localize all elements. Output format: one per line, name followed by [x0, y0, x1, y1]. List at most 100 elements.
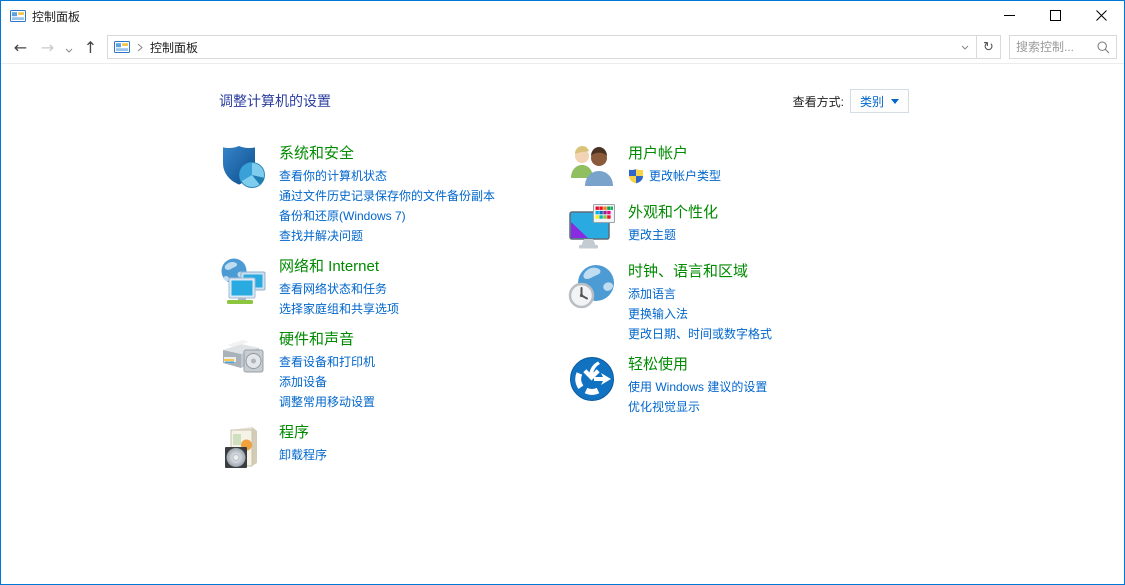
category-task-link[interactable]: 更改帐户类型	[628, 166, 721, 186]
up-button[interactable]: ↑	[77, 34, 104, 60]
search-icon[interactable]	[1097, 41, 1110, 54]
category-body: 硬件和声音 查看设备和打印机 添加设备调整常用移动设置	[279, 329, 375, 412]
task-link-label: 添加设备	[279, 375, 328, 389]
task-link-label: 更换输入法	[628, 307, 689, 321]
category-item: 硬件和声音 查看设备和打印机 添加设备调整常用移动设置	[219, 329, 568, 412]
ease-of-access-icon[interactable]	[568, 355, 616, 403]
maximize-button[interactable]	[1032, 1, 1078, 31]
category-task-links: 更改主题	[628, 225, 718, 245]
category-task-link[interactable]: 优化视觉显示	[628, 397, 767, 417]
view-caret-icon	[891, 98, 899, 104]
task-link-label: 通过文件历史记录保存你的文件备份副本	[279, 189, 496, 203]
close-button[interactable]	[1078, 1, 1124, 31]
refresh-button[interactable]: ↻	[977, 35, 1001, 59]
clock-globe-icon[interactable]	[568, 262, 616, 310]
category-task-links: 添加语言更换输入法更改日期、时间或数字格式	[628, 284, 772, 344]
category-item: 外观和个性化 更改主题	[568, 202, 1124, 251]
category-title-link[interactable]: 用户帐户	[628, 143, 721, 164]
category-title-link[interactable]: 外观和个性化	[628, 202, 718, 223]
view-by: 查看方式: 类别	[793, 89, 909, 113]
home-header: 调整计算机的设置 查看方式: 类别	[1, 89, 1124, 113]
control-panel-icon	[114, 39, 130, 55]
title-bar: 控制面板	[1, 1, 1124, 31]
close-icon	[1095, 9, 1107, 24]
category-body: 程序 卸载程序	[279, 422, 327, 471]
category-task-link[interactable]: 查看你的计算机状态	[279, 166, 495, 186]
control-panel-icon	[10, 8, 26, 24]
category-item: 用户帐户 更改帐户类型	[568, 143, 1124, 192]
category-task-link[interactable]: 更改日期、时间或数字格式	[628, 324, 772, 344]
category-task-link[interactable]: 添加设备	[279, 372, 375, 392]
task-link-label: 查看设备和打印机	[279, 355, 376, 369]
search-box	[1009, 35, 1117, 59]
category-body: 系统和安全 查看你的计算机状态通过文件历史记录保存你的文件备份副本 备份和还原(W…	[279, 143, 495, 246]
maximize-icon	[1049, 9, 1061, 24]
category-task-link[interactable]: 通过文件历史记录保存你的文件备份副本	[279, 186, 495, 206]
task-link-label: 使用 Windows 建议的设置	[628, 380, 768, 394]
address-bar[interactable]: 控制面板	[107, 35, 977, 59]
category-task-links: 使用 Windows 建议的设置 优化视觉显示	[628, 377, 767, 417]
categories-left: 系统和安全 查看你的计算机状态通过文件历史记录保存你的文件备份副本 备份和还原(W…	[219, 143, 568, 481]
task-link-label: 调整常用移动设置	[279, 395, 376, 409]
category-item: 轻松使用 使用 Windows 建议的设置 优化视觉显示	[568, 354, 1124, 417]
view-by-dropdown[interactable]: 类别	[849, 89, 909, 113]
category-task-link[interactable]: 调整常用移动设置	[279, 392, 375, 412]
task-link-label: 添加语言	[628, 287, 677, 301]
category-item: 网络和 Internet 查看网络状态和任务 选择家庭组和共享选项	[219, 256, 568, 319]
address-dropdown-button[interactable]	[954, 45, 976, 50]
category-title-link[interactable]: 硬件和声音	[279, 329, 375, 350]
forward-button[interactable]: →	[34, 34, 61, 60]
category-task-links: 更改帐户类型	[628, 166, 721, 186]
task-link-label: 查看网络状态和任务	[279, 282, 388, 296]
category-body: 轻松使用 使用 Windows 建议的设置 优化视觉显示	[628, 354, 767, 417]
task-link-label: 备份和还原(Windows 7)	[279, 209, 406, 223]
back-button[interactable]: ←	[7, 34, 34, 60]
category-title-link[interactable]: 程序	[279, 422, 327, 443]
search-input[interactable]	[1010, 40, 1097, 54]
category-body: 用户帐户 更改帐户类型	[628, 143, 721, 192]
category-title-link[interactable]: 网络和 Internet	[279, 256, 399, 277]
category-body: 网络和 Internet 查看网络状态和任务 选择家庭组和共享选项	[279, 256, 399, 319]
category-task-link[interactable]: 选择家庭组和共享选项	[279, 299, 399, 319]
category-task-link[interactable]: 添加语言	[628, 284, 772, 304]
category-title-link[interactable]: 轻松使用	[628, 354, 767, 375]
category-item: 程序 卸载程序	[219, 422, 568, 471]
task-link-label: 查看你的计算机状态	[279, 169, 388, 183]
category-task-link[interactable]: 查看设备和打印机	[279, 352, 375, 372]
minimize-button[interactable]	[986, 1, 1032, 31]
category-task-link[interactable]: 查找并解决问题	[279, 226, 495, 246]
category-task-links: 查看设备和打印机 添加设备调整常用移动设置	[279, 352, 375, 412]
category-body: 外观和个性化 更改主题	[628, 202, 718, 251]
program-box-icon[interactable]	[219, 423, 267, 471]
uac-shield-icon	[629, 169, 643, 184]
category-title-link[interactable]: 时钟、语言和区域	[628, 261, 772, 282]
breadcrumb[interactable]: 控制面板	[150, 39, 198, 56]
user-accounts-icon[interactable]	[568, 144, 616, 192]
category-title-link[interactable]: 系统和安全	[279, 143, 495, 164]
window-controls	[986, 1, 1124, 31]
category-task-link[interactable]: 更改主题	[628, 225, 718, 245]
recent-pages-dropdown[interactable]	[61, 34, 77, 60]
appearance-monitor-icon[interactable]	[568, 203, 616, 251]
category-item: 系统和安全 查看你的计算机状态通过文件历史记录保存你的文件备份副本 备份和还原(W…	[219, 143, 568, 246]
view-by-value: 类别	[859, 94, 884, 109]
task-link-label: 优化视觉显示	[628, 400, 701, 414]
category-task-link[interactable]: 备份和还原(Windows 7)	[279, 206, 495, 226]
breadcrumb-chevron-icon[interactable]	[137, 43, 143, 52]
category-task-links: 卸载程序	[279, 445, 327, 465]
security-shield-icon[interactable]	[219, 144, 267, 192]
network-globe-icon[interactable]	[219, 257, 267, 305]
printer-hardware-icon[interactable]	[219, 330, 267, 378]
control-panel-window: 控制面板 ← → ↑ 控制面板 ↻ 搜索控制... 调整计算机的设置 查看方式:…	[0, 0, 1125, 585]
task-link-label: 更改主题	[628, 228, 677, 242]
task-link-label: 卸载程序	[279, 448, 328, 462]
category-task-links: 查看你的计算机状态通过文件历史记录保存你的文件备份副本 备份和还原(Windows…	[279, 166, 495, 246]
category-task-link[interactable]: 查看网络状态和任务	[279, 279, 399, 299]
chevron-down-icon	[65, 38, 73, 57]
category-task-link[interactable]: 更换输入法	[628, 304, 772, 324]
task-link-label: 选择家庭组和共享选项	[279, 302, 400, 316]
category-task-link[interactable]: 卸载程序	[279, 445, 327, 465]
category-item: 时钟、语言和区域 添加语言更换输入法更改日期、时间或数字格式	[568, 261, 1124, 344]
minimize-icon	[1003, 9, 1015, 24]
category-task-link[interactable]: 使用 Windows 建议的设置	[628, 377, 767, 397]
